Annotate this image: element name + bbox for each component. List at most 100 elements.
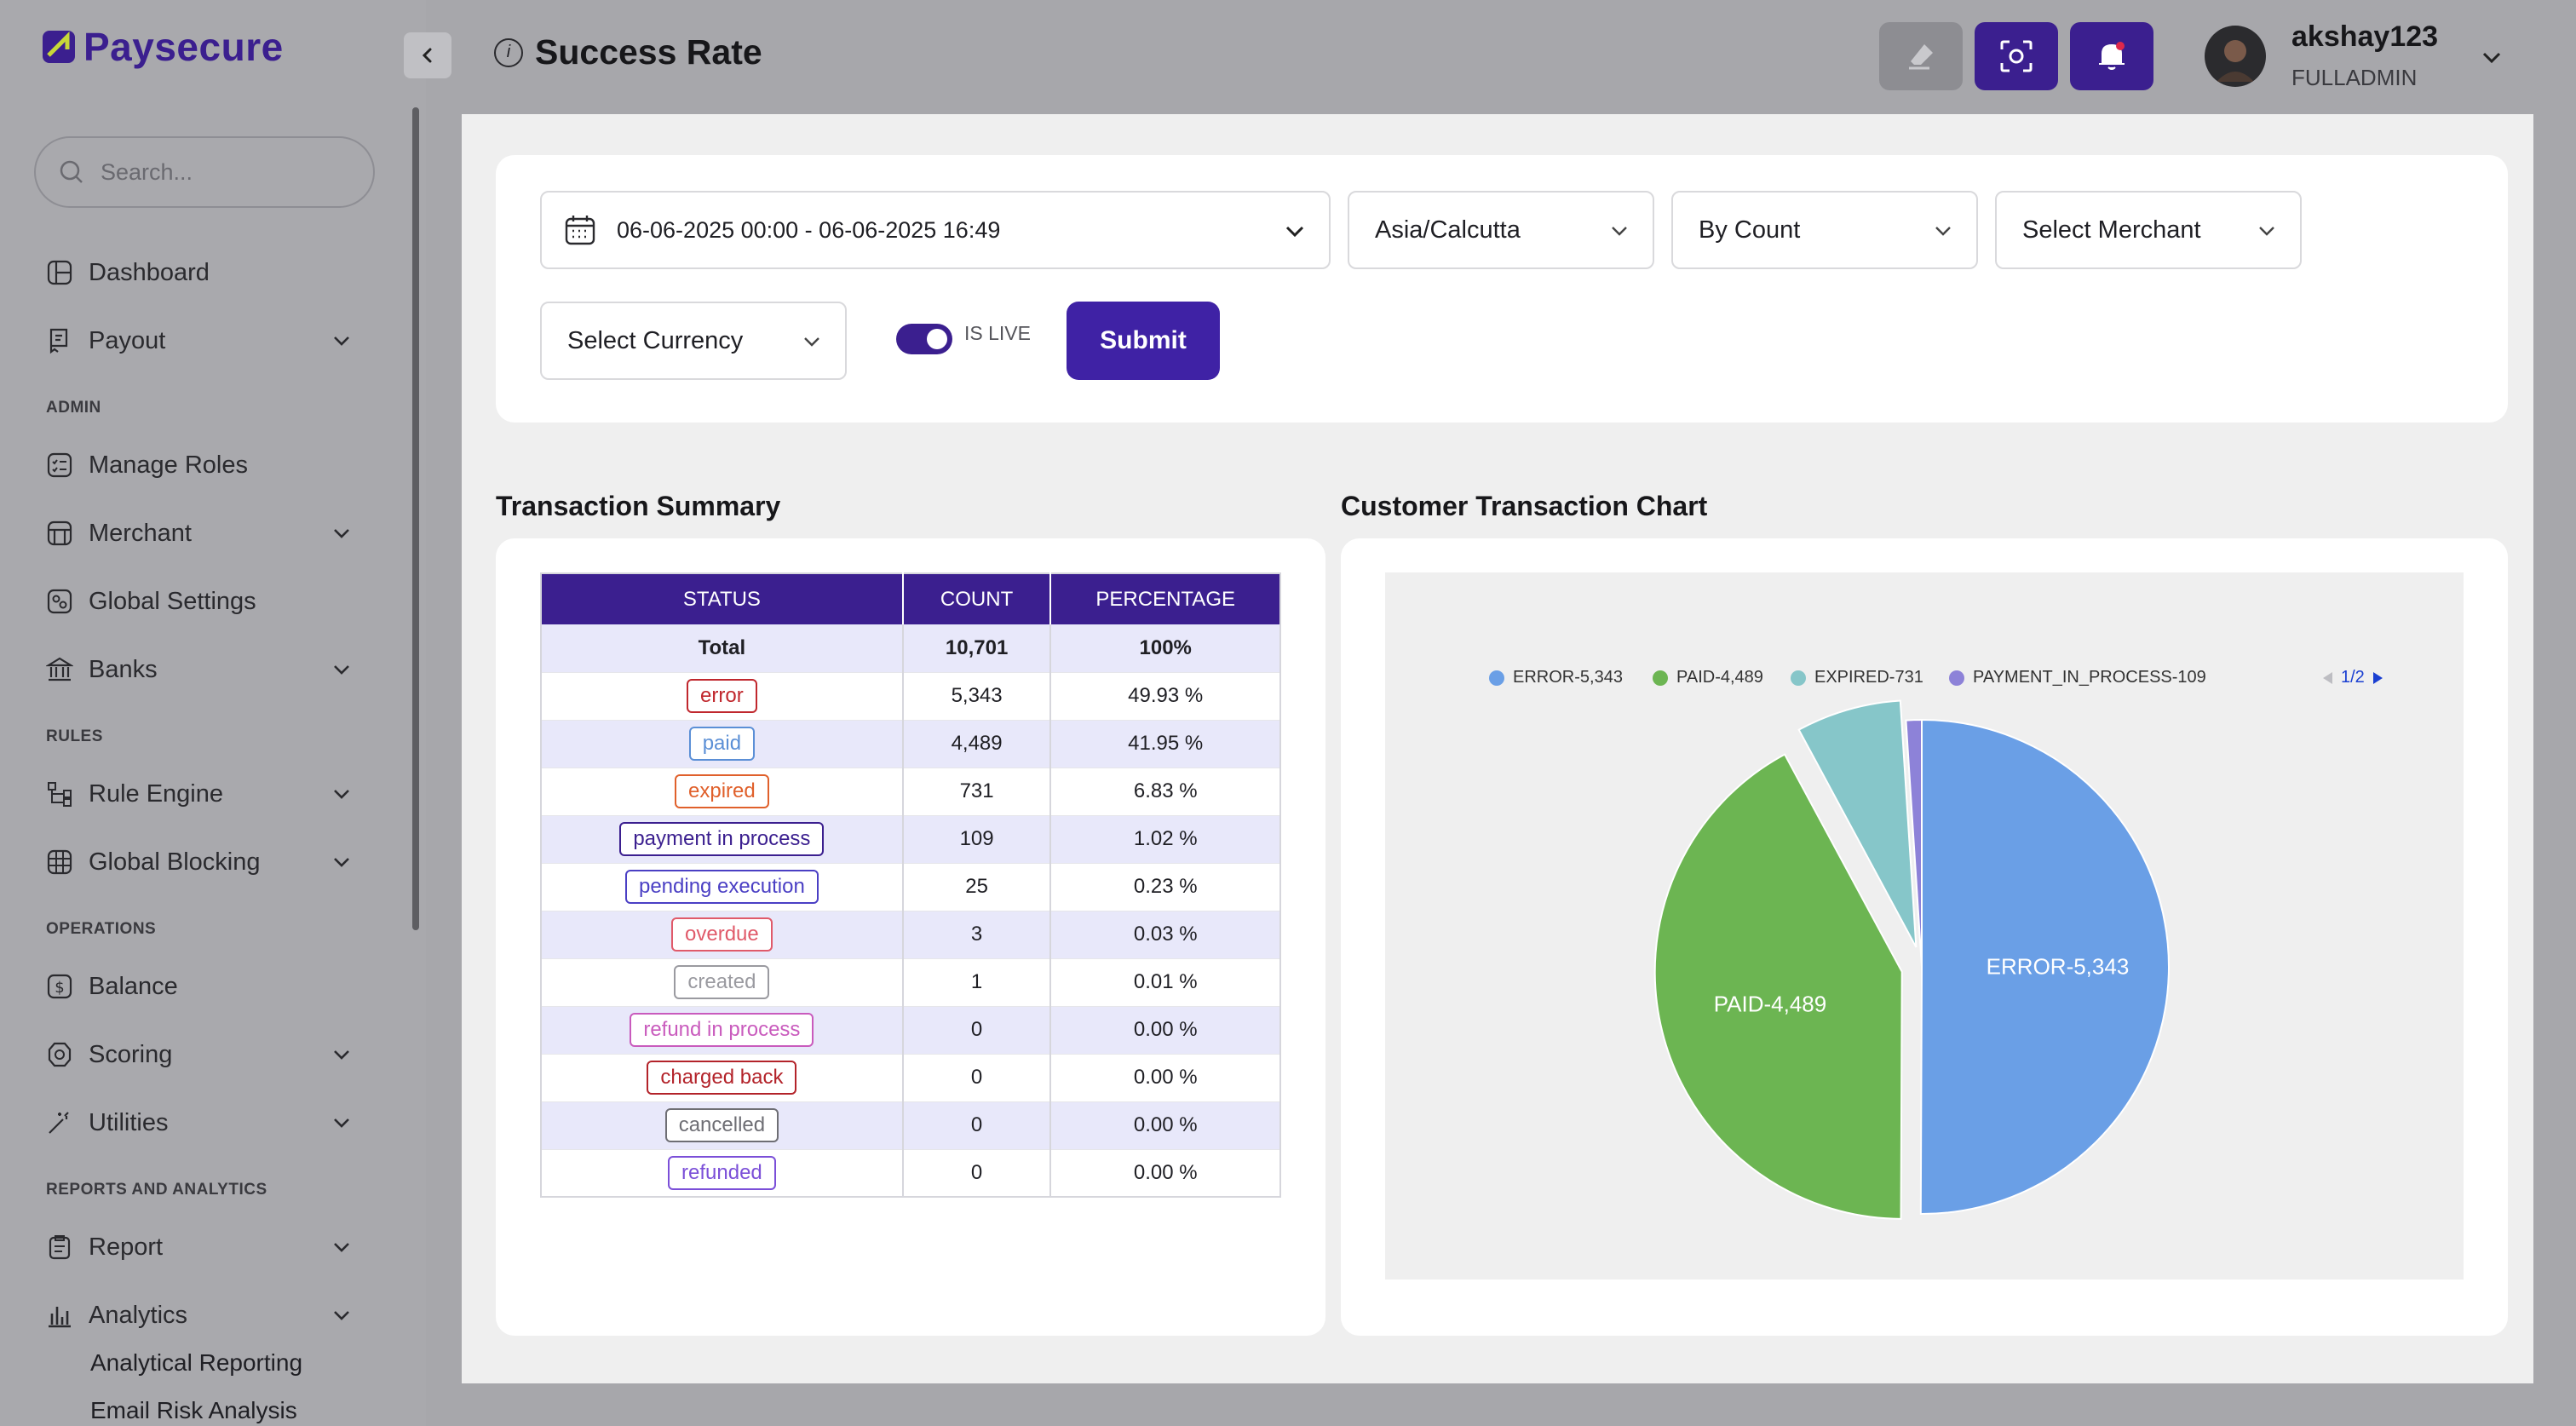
chevron-down-icon <box>334 336 349 346</box>
paysecure-logo-icon <box>43 31 75 63</box>
sidebar-item-global-settings[interactable]: Global Settings <box>46 580 353 623</box>
chevron-down-icon <box>1285 226 1304 238</box>
cell-status: Total <box>541 624 904 673</box>
column-header-count[interactable]: COUNT <box>902 573 1052 624</box>
cell-percentage: 0.23 % <box>1050 863 1280 911</box>
merchant-select[interactable]: Select Merchant <box>1995 191 2302 269</box>
submit-button[interactable]: Submit <box>1067 302 1220 380</box>
main-content: 06-06-2025 00:00 - 06-06-2025 16:49 Asia… <box>462 114 2533 1383</box>
info-icon[interactable]: i <box>494 37 523 67</box>
column-header-percentage[interactable]: PERCENTAGE <box>1050 573 1280 624</box>
clear-button[interactable] <box>1879 22 1963 90</box>
collapse-sidebar-button[interactable] <box>404 32 451 78</box>
sidebar-item-utilities[interactable]: Utilities <box>46 1101 353 1144</box>
section-label-rules: RULES <box>46 727 103 745</box>
sidebar-subitem-analytical-reporting[interactable]: Analytical Reporting <box>90 1349 302 1377</box>
bell-icon <box>2099 42 2125 70</box>
chevron-down-icon <box>1612 227 1627 236</box>
checklist-icon <box>47 452 72 478</box>
table-row: created 1 0.01 % <box>541 958 1280 1007</box>
cell-percentage: 41.95 % <box>1050 720 1280 768</box>
section-label-admin: ADMIN <box>46 399 101 417</box>
cell-count: 0 <box>902 1006 1052 1055</box>
sidebar-item-analytics[interactable]: Analytics <box>46 1294 353 1337</box>
cell-percentage: 1.02 % <box>1050 815 1280 864</box>
cell-status: charged back <box>541 1054 904 1102</box>
search-input[interactable] <box>101 158 356 186</box>
sidebar-item-scoring[interactable]: Scoring <box>46 1033 353 1076</box>
scan-icon <box>2000 40 2033 72</box>
column-header-status[interactable]: STATUS <box>541 573 904 624</box>
cell-count: 5,343 <box>902 672 1052 721</box>
sidebar-item-global-blocking[interactable]: Global Blocking <box>46 841 353 883</box>
svg-text:$: $ <box>55 979 64 997</box>
pie-slice-label: PAID-4,489 <box>1714 992 1826 1017</box>
status-badge: created <box>674 965 770 999</box>
status-badge: charged back <box>647 1061 797 1095</box>
cell-count: 10,701 <box>902 624 1052 673</box>
table-row: paid 4,489 41.95 % <box>541 720 1280 768</box>
sidebar-item-label: Balance <box>89 972 178 1000</box>
sidebar-item-label: Merchant <box>89 519 192 547</box>
notifications-button[interactable] <box>2070 22 2153 90</box>
table-row-total: Total 10,701 100% <box>541 624 1280 673</box>
sidebar-item-label: Scoring <box>89 1040 173 1068</box>
is-live-toggle[interactable] <box>896 324 952 354</box>
sidebar-item-label: Global Settings <box>89 587 256 615</box>
cell-status: expired <box>541 768 904 816</box>
chevron-down-icon <box>334 529 349 538</box>
calendar-icon <box>565 216 595 245</box>
sidebar-search[interactable] <box>34 136 375 208</box>
sidebar-item-dashboard[interactable]: Dashboard <box>46 251 353 294</box>
avatar[interactable] <box>2205 26 2266 87</box>
cell-count: 731 <box>902 768 1052 816</box>
sidebar-item-balance[interactable]: $ Balance <box>46 965 353 1008</box>
customer-chart-title: Customer Transaction Chart <box>1341 491 1708 521</box>
sidebar-item-merchant[interactable]: Merchant <box>46 512 353 555</box>
screenshot-button[interactable] <box>1975 22 2058 90</box>
sidebar-item-banks[interactable]: Banks <box>46 648 353 691</box>
cell-count: 4,489 <box>902 720 1052 768</box>
table-row: cancelled 0 0.00 % <box>541 1101 1280 1150</box>
sidebar-scrollbar[interactable] <box>412 107 419 930</box>
pie-chart: ERROR-5,343 PAID-4,489 <box>1653 699 2170 1220</box>
table-row: payment in process 109 1.02 % <box>541 815 1280 864</box>
user-menu-chevron-icon[interactable] <box>2479 44 2504 70</box>
table-body: Total 10,701 100% error 5,343 49.93 % paid 4… <box>541 624 1280 1198</box>
metric-select[interactable]: By Count <box>1671 191 1978 269</box>
sidebar-item-label: Dashboard <box>89 258 210 286</box>
sidebar-item-label: Manage Roles <box>89 451 248 479</box>
page-header: i Success Rate <box>494 32 762 72</box>
cell-percentage: 0.00 % <box>1050 1101 1280 1150</box>
cell-percentage: 49.93 % <box>1050 672 1280 721</box>
chevron-down-icon <box>334 1050 349 1060</box>
sidebar-item-label: Report <box>89 1233 164 1261</box>
cell-status: pending execution <box>541 863 904 911</box>
metric-value: By Count <box>1699 216 1801 244</box>
user-avatar-icon <box>2217 40 2254 82</box>
table-row: charged back 0 0.00 % <box>541 1054 1280 1102</box>
cell-count: 0 <box>902 1149 1052 1198</box>
sidebar-subitem-email-risk-analysis[interactable]: Email Risk Analysis <box>90 1397 297 1424</box>
merchant-value: Select Merchant <box>2022 216 2201 244</box>
sidebar-item-label: Utilities <box>89 1108 169 1136</box>
sidebar-item-manage-roles[interactable]: Manage Roles <box>46 444 353 486</box>
currency-select[interactable]: Select Currency <box>540 302 847 380</box>
chevron-left-icon <box>422 48 432 63</box>
section-label-reports: REPORTS AND ANALYTICS <box>46 1181 267 1199</box>
cell-percentage: 0.00 % <box>1050 1054 1280 1102</box>
brand-logo[interactable]: Paysecure <box>41 24 284 70</box>
chevron-down-icon <box>334 1311 349 1320</box>
cell-status: refund in process <box>541 1006 904 1055</box>
timezone-select[interactable]: Asia/Calcutta <box>1348 191 1654 269</box>
sidebar-item-label: Rule Engine <box>89 779 223 808</box>
chevron-down-icon <box>2259 227 2274 236</box>
cell-count: 1 <box>902 958 1052 1007</box>
search-icon <box>60 160 83 183</box>
date-range-picker[interactable]: 06-06-2025 00:00 - 06-06-2025 16:49 <box>540 191 1331 269</box>
currency-value: Select Currency <box>567 326 744 354</box>
sidebar: Paysecure Dashboard Payout ADMIN Manage … <box>0 0 451 1426</box>
sidebar-item-report[interactable]: Report <box>46 1226 353 1268</box>
sidebar-item-rule-engine[interactable]: Rule Engine <box>46 773 353 815</box>
sidebar-item-payout[interactable]: Payout <box>46 319 353 362</box>
